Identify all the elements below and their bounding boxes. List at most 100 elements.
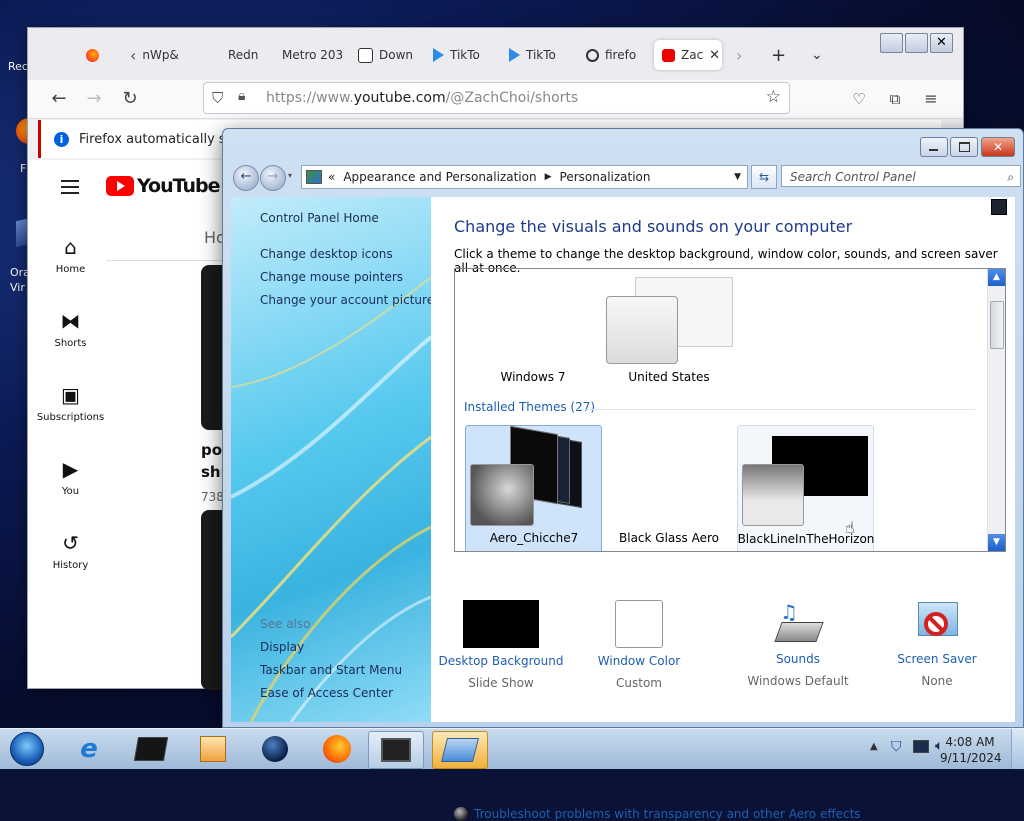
taskbar-app-black[interactable] [124, 731, 178, 767]
close-button[interactable]: ✕ [981, 137, 1015, 157]
tab-4[interactable]: Down [358, 40, 413, 70]
theme-black-glass-aero[interactable]: Black Glass Aero [601, 425, 736, 551]
taskbar-app-globe[interactable] [248, 731, 302, 767]
scroll-up-icon[interactable]: ▲ [988, 269, 1005, 286]
taskbar-start-menu-link[interactable]: Taskbar and Start Menu [260, 663, 402, 677]
sounds-link[interactable]: Sounds [728, 652, 868, 666]
change-mouse-pointers-link[interactable]: Change mouse pointers [260, 270, 403, 284]
tab-5[interactable]: TikTo [433, 40, 480, 70]
tab-close-icon[interactable]: ✕ [709, 48, 720, 63]
close-button[interactable]: ✕ [930, 33, 953, 53]
show-desktop-button[interactable] [1011, 729, 1024, 769]
desktop-background-thumbnail [463, 600, 539, 648]
new-tab-icon[interactable]: + [771, 40, 786, 70]
tab-active[interactable]: Zac ✕ [654, 40, 722, 70]
search-icon[interactable]: ⌕ [1007, 166, 1014, 188]
breadcrumb-item[interactable]: Personalization [560, 170, 651, 184]
theme-windows-7[interactable]: Windows 7 [463, 274, 603, 394]
tab-firefox-view[interactable] [86, 40, 99, 70]
theme-blacklineinthehorizon[interactable]: BlackLineInTheHorizon ☝ [737, 425, 874, 551]
url-bar[interactable]: ⛉ 🔒︎ https://www.youtube.com/@ZachChoi/s… [203, 82, 790, 114]
pocket-icon[interactable]: ♡ [848, 88, 870, 110]
yt-nav-history[interactable]: ↺ History [28, 532, 113, 571]
tab-6[interactable]: TikTo [509, 40, 556, 70]
search-input[interactable]: Search Control Panel ⌕ [781, 165, 1021, 187]
display-link[interactable]: Display [260, 640, 304, 654]
troubleshoot-item[interactable]: Troubleshoot problems with transparency … [454, 807, 861, 821]
minimize-button[interactable] [880, 33, 903, 53]
control-panel-home-link[interactable]: Control Panel Home [260, 211, 379, 225]
taskbar-app-monitor[interactable] [368, 731, 424, 769]
screen-saver-link[interactable]: Screen Saver [867, 652, 1007, 666]
menu-icon[interactable]: ≡ [920, 88, 942, 110]
mouse-cursor-icon: ☝ [845, 518, 855, 537]
shield-icon[interactable]: ⛉ [891, 739, 902, 755]
media-player-icon [200, 736, 226, 762]
yt-nav-home[interactable]: ⌂ Home [28, 236, 113, 275]
yt-nav-label: Shorts [54, 338, 87, 349]
list-all-tabs-icon[interactable]: ⌄ [811, 40, 823, 70]
forward-icon[interactable]: → [83, 88, 105, 110]
yt-nav-you[interactable]: ▶ You [28, 458, 113, 497]
minimize-button[interactable] [920, 137, 948, 157]
yt-nav-shorts[interactable]: ⧓ Shorts [28, 310, 113, 349]
yt-nav-subscriptions[interactable]: ▣ Subscriptions [28, 384, 113, 423]
url-scheme: https://www. [266, 90, 354, 106]
breadcrumb-overflow-icon[interactable]: « [328, 170, 335, 184]
taskbar-firefox[interactable] [310, 731, 364, 767]
home-icon: ⌂ [64, 235, 77, 259]
main-pane: Change the visuals and sounds on your co… [431, 197, 1015, 821]
forward-icon[interactable]: → [260, 165, 286, 191]
maximize-button[interactable] [950, 137, 978, 157]
back-icon[interactable]: ← [48, 88, 70, 110]
url-text: https://www.youtube.com/@ZachChoi/shorts [266, 90, 578, 106]
subscriptions-icon: ▣ [61, 383, 80, 407]
tab-7[interactable]: firefo [586, 40, 636, 70]
lock-icon[interactable]: 🔒︎ [238, 88, 245, 104]
desktop-background-setting[interactable]: Desktop Background Slide Show [431, 570, 571, 690]
taskbar-internet-explorer[interactable]: e [62, 731, 116, 767]
theme-list-scrollbar[interactable]: ▲ ▼ [987, 269, 1005, 551]
screen-saver-setting[interactable]: Screen Saver None [867, 570, 1007, 688]
youtube-logo[interactable]: YouTube [106, 175, 220, 197]
shield-icon[interactable]: ⛉ [212, 89, 223, 107]
ease-of-access-link[interactable]: Ease of Access Center [260, 686, 393, 700]
help-icon[interactable] [991, 199, 1007, 215]
window-color-setting[interactable]: Window Color Custom [569, 570, 709, 690]
address-bar-row: ← → ▾ « Appearance and Personalization ▶… [231, 163, 1021, 191]
theme-united-states[interactable]: United States [599, 274, 739, 394]
taskbar-media-player[interactable] [186, 731, 240, 767]
network-icon[interactable] [913, 740, 929, 753]
theme-aero-chicche7[interactable]: Aero_Chicche7 [465, 425, 602, 551]
desktop-background-link[interactable]: Desktop Background [431, 654, 571, 668]
reload-icon[interactable]: ↻ [119, 88, 141, 110]
chevron-down-icon[interactable]: ▼ [734, 172, 741, 182]
tab-1[interactable]: ‹ nWp& [130, 40, 179, 70]
breadcrumb[interactable]: « Appearance and Personalization ▶ Perso… [301, 165, 748, 189]
tab-3[interactable]: Metro 203 [282, 40, 343, 70]
change-account-picture-link[interactable]: Change your account picture [260, 293, 431, 307]
chevron-right-icon[interactable]: ▶ [545, 172, 552, 182]
clock[interactable]: 4:08 AM 9/11/2024 [940, 734, 1002, 766]
window-color-link[interactable]: Window Color [569, 654, 709, 668]
scroll-thumb[interactable] [990, 301, 1004, 349]
extensions-icon[interactable]: ⧉ [884, 88, 906, 110]
change-desktop-icons-link[interactable]: Change desktop icons [260, 247, 393, 261]
refresh-icon[interactable]: ⇆ [751, 165, 777, 189]
history-icon: ↺ [62, 531, 79, 555]
taskbar-control-panel[interactable] [432, 731, 488, 769]
breadcrumb-item[interactable]: Appearance and Personalization [343, 170, 536, 184]
tab-scroll-right-icon[interactable]: › [736, 40, 742, 70]
troubleshoot-link[interactable]: Troubleshoot problems with transparency … [474, 807, 861, 821]
bookmark-star-icon[interactable]: ☆ [766, 87, 781, 107]
tab-2[interactable]: Redn [218, 40, 258, 70]
hamburger-menu-icon[interactable] [61, 180, 79, 194]
recent-pages-dropdown-icon[interactable]: ▾ [288, 171, 292, 180]
maximize-button[interactable] [905, 33, 928, 53]
back-icon[interactable]: ← [233, 165, 259, 191]
start-button[interactable] [0, 731, 54, 767]
scroll-down-icon[interactable]: ▼ [988, 534, 1005, 551]
monitor-icon [381, 738, 411, 762]
sounds-setting[interactable]: ♫ Sounds Windows Default [728, 570, 868, 688]
show-hidden-icons-icon[interactable]: ▲ [870, 741, 878, 752]
